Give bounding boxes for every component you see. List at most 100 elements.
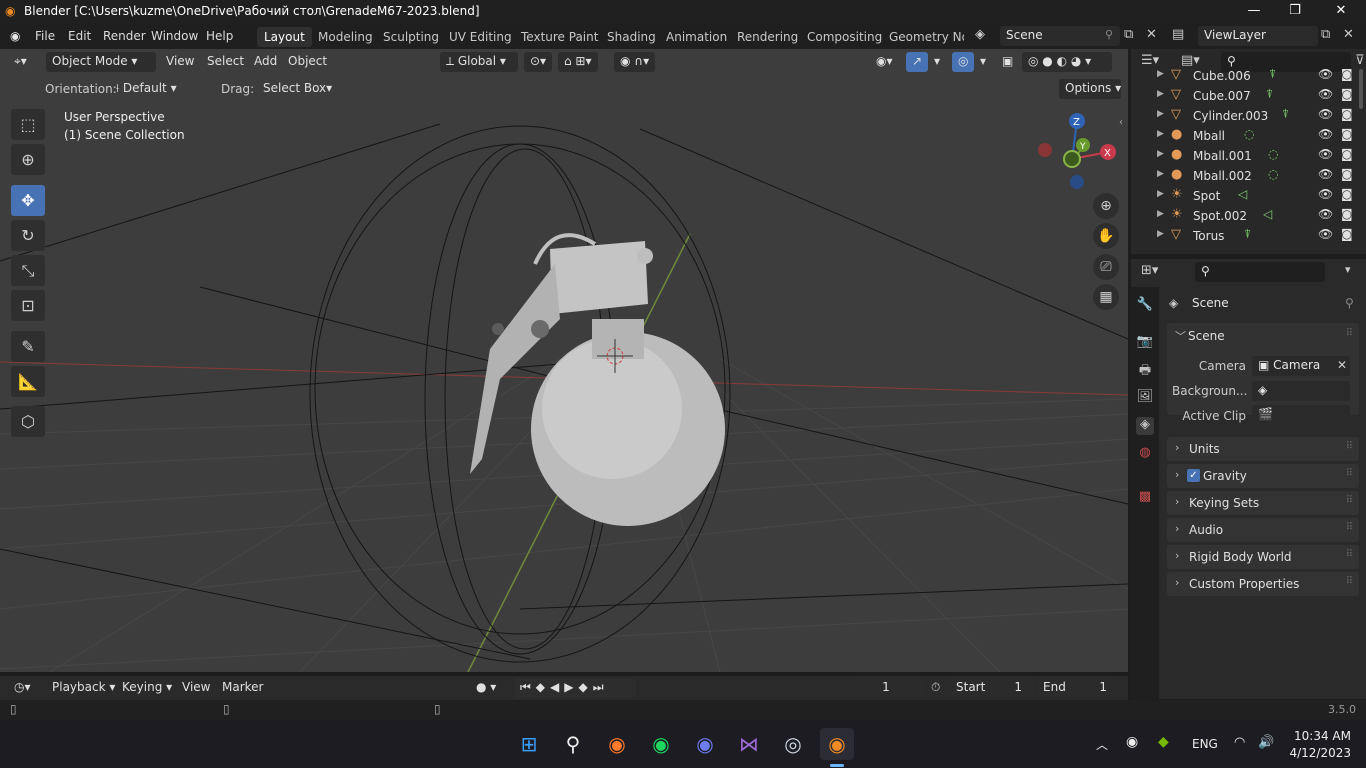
new-scene-icon[interactable]: ⧉: [1124, 27, 1133, 42]
drag-grip-icon[interactable]: ⠿: [1346, 549, 1353, 560]
steam-icon[interactable]: ◎: [776, 728, 810, 760]
cursor-tool-icon[interactable]: ⊕: [11, 144, 45, 175]
render-tab-icon[interactable]: 📷: [1136, 334, 1154, 352]
tab-compositing[interactable]: Compositing: [800, 27, 889, 47]
expand-icon[interactable]: ▶: [1157, 89, 1164, 99]
blender-taskbar-icon[interactable]: ◉: [820, 728, 854, 760]
visibility-eye-icon[interactable]: 👁: [1318, 147, 1333, 161]
visibility-eye-icon[interactable]: 👁: [1318, 207, 1333, 221]
tab-shading[interactable]: Shading: [600, 27, 663, 47]
menu-view[interactable]: View: [160, 52, 200, 72]
pan-hand-icon[interactable]: ✋: [1093, 223, 1119, 249]
menu-marker[interactable]: Marker: [216, 678, 269, 698]
menu-render[interactable]: Render: [103, 29, 146, 43]
list-item[interactable]: ▶ ☀ Spot.002 ◁ 👁 ◙: [1131, 206, 1366, 226]
visibility-eye-icon[interactable]: 👁: [1318, 87, 1333, 101]
drag-grip-icon[interactable]: ⠿: [1346, 576, 1353, 587]
zoom-icon[interactable]: ⊕: [1093, 193, 1119, 219]
blender-menu-icon[interactable]: ◉: [10, 29, 20, 43]
menu-object[interactable]: Object: [282, 52, 333, 72]
outliner-editor-icon[interactable]: ☰▾: [1141, 53, 1159, 68]
add-cube-tool-icon[interactable]: ⬡: [11, 406, 45, 437]
menu-window[interactable]: Window: [151, 29, 198, 43]
mesh-data-icon[interactable]: ⍒: [1266, 87, 1273, 102]
output-tab-icon[interactable]: 🖶: [1136, 361, 1154, 379]
snap-icon[interactable]: ⌂ ⊞▾: [558, 52, 598, 72]
visibility-eye-icon[interactable]: 👁: [1318, 107, 1333, 121]
visibility-eye-icon[interactable]: 👁: [1318, 227, 1333, 241]
select-box-tool-icon[interactable]: ⬚: [11, 109, 45, 140]
active-clip-field[interactable]: 🎬: [1252, 405, 1350, 425]
texture-tab-icon[interactable]: ▩: [1136, 489, 1154, 507]
delete-scene-icon[interactable]: ✕: [1146, 27, 1157, 42]
new-viewlayer-icon[interactable]: ⧉: [1321, 27, 1330, 42]
proportional-edit-icon[interactable]: ◉ ∩▾: [614, 52, 656, 72]
view-layer-tab-icon[interactable]: 🖼: [1136, 389, 1154, 407]
sidebar-toggle-icon[interactable]: ‹: [1119, 117, 1123, 128]
menu-playback[interactable]: Playback ▾: [46, 678, 121, 698]
render-camera-icon[interactable]: ◙: [1341, 207, 1353, 221]
maximize-button[interactable]: ❐: [1275, 3, 1315, 18]
render-camera-icon[interactable]: ◙: [1341, 127, 1353, 141]
expand-icon[interactable]: ▶: [1157, 69, 1164, 79]
gizmo-toggle-icon[interactable]: ↗: [906, 52, 929, 72]
expand-icon[interactable]: ▶: [1157, 129, 1164, 139]
drag-grip-icon[interactable]: ⠿: [1346, 495, 1353, 506]
render-camera-icon[interactable]: ◙: [1341, 87, 1353, 101]
wifi-icon[interactable]: ◠: [1234, 735, 1245, 750]
transform-tool-icon[interactable]: ⊡: [11, 290, 45, 321]
move-tool-icon[interactable]: ✥: [11, 185, 45, 216]
pin-icon[interactable]: ⚲: [1345, 296, 1354, 310]
mesh-data-icon[interactable]: ⍒: [1269, 69, 1276, 82]
outliner-scrollbar[interactable]: [1359, 69, 1363, 109]
gizmo-dropdown-icon[interactable]: ▾: [928, 52, 946, 72]
mesh-data-icon[interactable]: ⍒: [1282, 107, 1289, 122]
end-frame-field[interactable]: End 1: [1037, 678, 1119, 698]
panel-custom-properties[interactable]: › Custom Properties ⠿: [1167, 572, 1359, 596]
menu-edit[interactable]: Edit: [68, 29, 91, 43]
camera-field[interactable]: ▣ Camera: [1252, 356, 1350, 376]
menu-help[interactable]: Help: [206, 29, 233, 43]
drag-grip-icon[interactable]: ⠿: [1346, 522, 1353, 533]
timeline-editor-icon[interactable]: ◷▾: [8, 678, 37, 698]
editor-type-icon[interactable]: ⌖▾: [8, 52, 33, 72]
menu-keying[interactable]: Keying ▾: [116, 678, 178, 698]
expand-icon[interactable]: ▶: [1157, 189, 1164, 199]
meta-data-icon[interactable]: ◌: [1268, 147, 1278, 161]
render-camera-icon[interactable]: ◙: [1341, 69, 1353, 81]
mesh-data-icon[interactable]: ⍒: [1244, 227, 1251, 242]
camera-view-icon[interactable]: ⎚: [1093, 254, 1119, 280]
section-chevron-icon[interactable]: ﹀: [1175, 328, 1186, 344]
visibility-eye-icon[interactable]: 👁: [1318, 69, 1333, 81]
panel-rigid-body-world[interactable]: › Rigid Body World ⠿: [1167, 545, 1359, 569]
clock-time[interactable]: 10:34 AM: [1291, 729, 1351, 743]
pin-icon[interactable]: ⚲: [1105, 28, 1113, 41]
gravity-checkbox[interactable]: ✓: [1187, 469, 1200, 482]
measure-tool-icon[interactable]: 📐: [11, 366, 45, 397]
filter-icon[interactable]: ⊽: [1355, 53, 1365, 68]
list-item[interactable]: ▶ ● Mball.001 ◌ 👁 ◙: [1131, 146, 1366, 166]
tab-geometry-nodes[interactable]: Geometry Noc: [882, 27, 964, 47]
list-item[interactable]: ▶ ▽ Cube.007 ⍒ 👁 ◙: [1131, 86, 1366, 106]
expand-icon[interactable]: ▶: [1157, 149, 1164, 159]
clear-camera-icon[interactable]: ✕: [1337, 358, 1347, 372]
tab-modeling[interactable]: Modeling: [311, 27, 380, 47]
overlay-dropdown-icon[interactable]: ▾: [974, 52, 992, 72]
navigation-gizmo[interactable]: Z Y X: [1035, 109, 1120, 194]
visibility-eye-icon[interactable]: 👁: [1318, 167, 1333, 181]
perspective-grid-icon[interactable]: ▦: [1093, 284, 1119, 310]
render-camera-icon[interactable]: ◙: [1341, 147, 1353, 161]
drag-grip-icon[interactable]: ⠿: [1346, 441, 1353, 452]
menu-select[interactable]: Select: [201, 52, 250, 72]
list-item[interactable]: ▶ ▽ Torus ⍒ 👁 ◙: [1131, 226, 1366, 246]
visual-studio-icon[interactable]: ⋈: [732, 728, 766, 760]
discord-icon[interactable]: ◉: [688, 728, 722, 760]
light-data-icon[interactable]: ◁: [1263, 207, 1272, 221]
properties-search-input[interactable]: ⚲: [1195, 262, 1325, 282]
playback-controls[interactable]: ⏮◆◀▶◆⏭: [514, 678, 636, 698]
xray-icon[interactable]: ▣: [996, 52, 1019, 72]
minimize-button[interactable]: —: [1234, 3, 1274, 18]
scene-field[interactable]: Scene: [1000, 26, 1120, 46]
panel-gravity[interactable]: › ✓ Gravity ⠿: [1167, 464, 1359, 488]
rotate-tool-icon[interactable]: ↻: [11, 220, 45, 251]
